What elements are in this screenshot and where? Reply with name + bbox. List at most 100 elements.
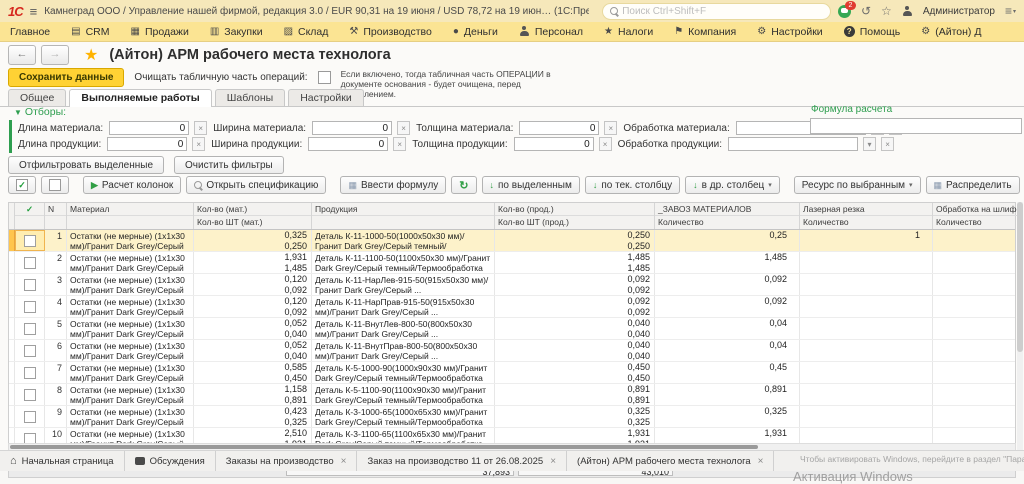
- forward-button[interactable]: →: [41, 45, 69, 65]
- tab-obschee[interactable]: Общее: [8, 89, 66, 106]
- col-material[interactable]: Материал: [67, 203, 194, 229]
- row-checkbox-cell[interactable]: [15, 384, 45, 405]
- product-processing-clear-button[interactable]: ×: [881, 137, 894, 151]
- menu-item-purchases[interactable]: ▥Закупки: [210, 26, 263, 38]
- scrollbar-thumb[interactable]: [1017, 202, 1023, 352]
- menu-item-company[interactable]: ⚑Компания: [674, 26, 736, 38]
- favorites-icon[interactable]: ☆: [881, 5, 892, 17]
- tab-vypolnyaemye-raboty[interactable]: Выполняемые работы: [69, 89, 211, 107]
- global-search-input[interactable]: Поиск Ctrl+Shift+F: [602, 3, 831, 20]
- by-selected-button[interactable]: ↓по выделенным: [482, 176, 580, 194]
- material-thickness-input[interactable]: 0: [519, 121, 599, 135]
- material-width-input[interactable]: 0: [312, 121, 392, 135]
- product-processing-select-button[interactable]: ▾: [863, 137, 876, 151]
- taskbar-tab-aiton-arm[interactable]: (Айтон) АРМ рабочего места технолога×: [567, 451, 774, 471]
- taskbar-tab-production-orders[interactable]: Заказы на производство×: [216, 451, 358, 471]
- material-thickness-clear-button[interactable]: ×: [604, 121, 617, 135]
- row-checkbox-cell[interactable]: [15, 362, 45, 383]
- distribute-button[interactable]: ▦Распределить: [926, 176, 1020, 194]
- col-grind[interactable]: Обработка на шлифовКоличество: [933, 203, 1017, 229]
- row-checkbox-cell[interactable]: [15, 274, 45, 295]
- taskbar-tab-production-order-11[interactable]: Заказ на производство 11 от 26.08.2025×: [357, 451, 567, 471]
- menu-item-sales[interactable]: ▦Продажи: [131, 26, 189, 38]
- filter-selected-button[interactable]: Отфильтровать выделенные: [8, 156, 164, 174]
- open-spec-button[interactable]: Открыть спецификацию: [186, 176, 326, 194]
- row-checkbox[interactable]: [24, 235, 36, 247]
- notifications-icon[interactable]: 2: [838, 5, 851, 18]
- product-width-clear-button[interactable]: ×: [393, 137, 406, 151]
- col-zavoz[interactable]: _ЗАВОЗ МАТЕРИАЛОВКоличество: [655, 203, 800, 229]
- row-checkbox-cell[interactable]: [15, 406, 45, 427]
- row-checkbox-cell[interactable]: [15, 318, 45, 339]
- row-checkbox[interactable]: [24, 323, 36, 335]
- col-n[interactable]: N: [45, 203, 67, 229]
- close-tab-icon[interactable]: ×: [341, 456, 347, 467]
- table-row[interactable]: 9Остатки (не мерные) (1х1х30 мм)/Гранит …: [9, 406, 1015, 428]
- row-checkbox[interactable]: [24, 389, 36, 401]
- row-checkbox-cell[interactable]: [15, 296, 45, 317]
- table-row[interactable]: 7Остатки (не мерные) (1х1х30 мм)/Гранит …: [9, 362, 1015, 384]
- menu-item-help[interactable]: ?Помощь: [844, 26, 901, 38]
- clear-filters-button[interactable]: Очистить фильтры: [174, 156, 284, 174]
- col-laser[interactable]: Лазерная резкаКоличество: [800, 203, 933, 229]
- menu-item-crm[interactable]: ▤CRM: [71, 26, 109, 38]
- row-checkbox[interactable]: [24, 411, 36, 423]
- table-row[interactable]: 4Остатки (не мерные) (1х1х30 мм)/Гранит …: [9, 296, 1015, 318]
- vertical-scrollbar[interactable]: [1017, 202, 1023, 466]
- filters-group-title[interactable]: ▼Отборы:: [14, 106, 66, 118]
- clear-operations-checkbox[interactable]: [318, 71, 331, 84]
- row-checkbox[interactable]: [24, 279, 36, 291]
- enter-formula-button[interactable]: ▦Ввести формулу: [340, 176, 446, 194]
- taskbar-tab-home[interactable]: ⌂Начальная страница: [0, 451, 125, 471]
- check-all-button[interactable]: ✓: [8, 176, 36, 194]
- product-thickness-input[interactable]: 0: [514, 137, 594, 151]
- tab-nastroyki[interactable]: Настройки: [288, 89, 364, 106]
- menu-item-warehouse[interactable]: ▨Склад: [284, 26, 329, 38]
- product-width-input[interactable]: 0: [308, 137, 388, 151]
- product-length-input[interactable]: 0: [107, 137, 187, 151]
- row-checkbox[interactable]: [24, 345, 36, 357]
- table-row[interactable]: 6Остатки (не мерные) (1х1х30 мм)/Гранит …: [9, 340, 1015, 362]
- row-checkbox[interactable]: [24, 301, 36, 313]
- product-length-clear-button[interactable]: ×: [192, 137, 205, 151]
- save-data-button[interactable]: Сохранить данные: [8, 68, 124, 87]
- menu-item-taxes[interactable]: ★Налоги: [604, 26, 653, 38]
- row-checkbox-cell[interactable]: [15, 340, 45, 361]
- calc-columns-button[interactable]: ▶Расчет колонок: [83, 176, 181, 194]
- uncheck-all-button[interactable]: [41, 176, 69, 194]
- material-width-clear-button[interactable]: ×: [397, 121, 410, 135]
- table-row[interactable]: 1Остатки (не мерные) (1х1х30 мм)/Гранит …: [9, 230, 1015, 252]
- product-thickness-clear-button[interactable]: ×: [599, 137, 612, 151]
- menu-item-staff[interactable]: Персонал: [519, 26, 583, 38]
- material-length-clear-button[interactable]: ×: [194, 121, 207, 135]
- history-icon[interactable]: ↺: [861, 5, 871, 17]
- menu-item-main[interactable]: Главное: [10, 26, 50, 38]
- close-tab-icon[interactable]: ×: [758, 456, 764, 467]
- resource-by-selected-button[interactable]: Ресурс по выбранным▾: [794, 176, 921, 194]
- row-checkbox-cell[interactable]: [15, 252, 45, 273]
- formula-input[interactable]: [810, 118, 1022, 134]
- scrollbar-thumb[interactable]: [10, 445, 758, 449]
- table-row[interactable]: 5Остатки (не мерные) (1х1х30 мм)/Гранит …: [9, 318, 1015, 340]
- tab-shablony[interactable]: Шаблоны: [215, 89, 285, 106]
- back-button[interactable]: ←: [8, 45, 36, 65]
- menu-item-production[interactable]: ⚒Производство: [349, 26, 431, 38]
- col-qty-prod[interactable]: Кол-во (прод.)Кол-во ШТ (прод.): [495, 203, 655, 229]
- row-checkbox[interactable]: [24, 257, 36, 269]
- taskbar-tab-discussions[interactable]: Обсуждения: [125, 451, 216, 471]
- close-tab-icon[interactable]: ×: [550, 456, 556, 467]
- main-menu-icon[interactable]: ≡: [30, 4, 38, 19]
- refresh-button[interactable]: ↻: [451, 176, 476, 194]
- service-menu-icon[interactable]: ≡: [1005, 4, 1016, 18]
- row-checkbox-cell[interactable]: [15, 230, 45, 251]
- material-length-input[interactable]: 0: [109, 121, 189, 135]
- product-processing-input[interactable]: [728, 137, 858, 151]
- table-row[interactable]: 8Остатки (не мерные) (1х1х30 мм)/Гранит …: [9, 384, 1015, 406]
- by-current-column-button[interactable]: ↓по тек. столбцу: [585, 176, 680, 194]
- user-name[interactable]: Администратор: [923, 6, 995, 17]
- select-all-header[interactable]: ✓: [15, 203, 45, 229]
- col-qty-mat[interactable]: Кол-во (мат.)Кол-во ШТ (мат.): [194, 203, 312, 229]
- table-row[interactable]: 2Остатки (не мерные) (1х1х30 мм)/Гранит …: [9, 252, 1015, 274]
- favorite-star-icon[interactable]: ★: [84, 45, 98, 65]
- table-row[interactable]: 3Остатки (не мерные) (1х1х30 мм)/Гранит …: [9, 274, 1015, 296]
